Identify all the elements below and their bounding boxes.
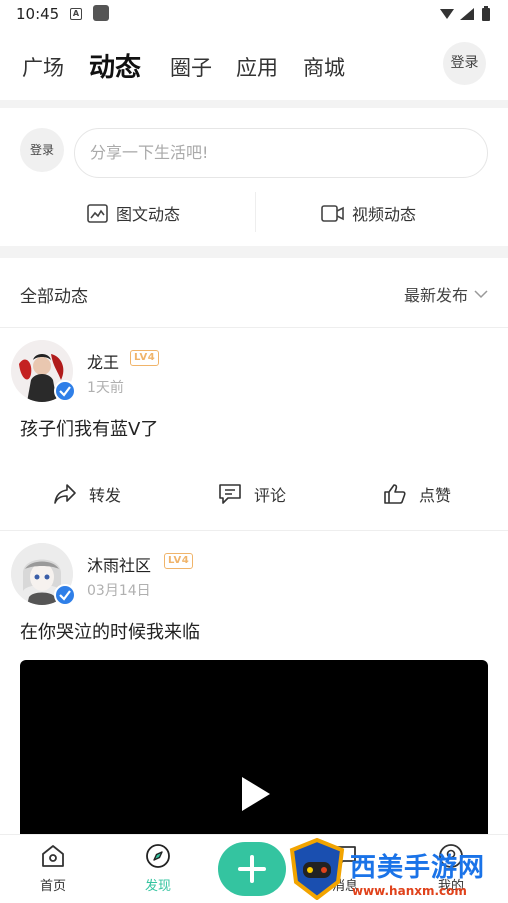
tab-circles[interactable]: 圈子: [170, 52, 212, 82]
like-button[interactable]: 点赞: [383, 480, 451, 508]
watermark-title: 西美手游网: [350, 853, 486, 883]
status-time: 10:45: [16, 5, 60, 23]
verified-badge-icon: [54, 380, 76, 402]
post-text[interactable]: 孩子们我有蓝V了: [20, 415, 158, 441]
tab-store[interactable]: 商城: [303, 52, 345, 82]
video-player[interactable]: [20, 660, 488, 860]
tab-square[interactable]: 广场: [22, 52, 64, 82]
compass-icon: [146, 844, 170, 868]
level-badge: LV4: [164, 553, 194, 569]
post-type-divider: [255, 192, 256, 232]
watermark-url: www.hanxm.com: [352, 884, 467, 898]
top-nav: 广场 动态 圈子 应用 商城 登录: [0, 30, 508, 100]
composer-login-avatar[interactable]: 登录: [20, 128, 64, 172]
share-input[interactable]: 分享一下生活吧!: [74, 128, 488, 178]
watermark-logo-icon: [289, 838, 345, 900]
share-button[interactable]: 转发: [53, 480, 121, 508]
video-post-button[interactable]: 视频动态: [321, 198, 416, 228]
nav-home[interactable]: 首页: [23, 843, 83, 894]
post-username[interactable]: 沐雨社区: [87, 552, 151, 576]
nav-home-label: 首页: [39, 879, 66, 894]
image-icon: [87, 203, 108, 223]
post-username[interactable]: 龙王: [87, 349, 119, 373]
tab-feed[interactable]: 动态: [89, 47, 141, 84]
post-time: 1天前: [87, 380, 124, 396]
a-notification-icon: A: [70, 8, 82, 20]
play-icon[interactable]: [242, 777, 270, 811]
image-post-button[interactable]: 图文动态: [87, 198, 180, 228]
video-camera-icon: [321, 204, 344, 222]
post-text[interactable]: 在你哭泣的时候我来临: [20, 618, 200, 644]
video-post-label: 视频动态: [352, 205, 417, 224]
status-bar: 10:45 A: [0, 0, 508, 30]
divider-line: [0, 530, 508, 531]
comment-label: 评论: [254, 486, 287, 505]
nav-discover[interactable]: 发现: [128, 843, 188, 894]
sort-dropdown[interactable]: 最新发布: [404, 282, 488, 306]
verified-badge-icon: [54, 584, 76, 606]
section-divider: [0, 246, 508, 258]
like-label: 点赞: [419, 486, 452, 505]
tab-apps[interactable]: 应用: [236, 52, 278, 82]
create-post-button[interactable]: [218, 842, 286, 896]
divider-line: [0, 327, 508, 328]
section-divider: [0, 100, 508, 108]
share-arrow-icon: [54, 484, 76, 504]
login-button[interactable]: 登录: [443, 42, 486, 85]
signal-battery-icon: [440, 6, 490, 21]
comment-icon: [219, 484, 241, 504]
image-post-label: 图文动态: [116, 205, 181, 224]
home-icon: [42, 845, 64, 867]
nav-discover-label: 发现: [144, 879, 171, 894]
level-badge: LV4: [130, 350, 160, 366]
comment-button[interactable]: 评论: [218, 480, 286, 508]
sort-label: 最新发布: [403, 286, 468, 305]
feed-title: 全部动态: [20, 287, 88, 307]
chevron-down-icon: [474, 289, 488, 298]
thumbs-up-icon: [384, 484, 406, 504]
status-indicators: [438, 6, 494, 26]
share-label: 转发: [89, 486, 122, 505]
post-time: 03月14日: [87, 583, 151, 599]
app-notification-icon: [93, 5, 109, 21]
